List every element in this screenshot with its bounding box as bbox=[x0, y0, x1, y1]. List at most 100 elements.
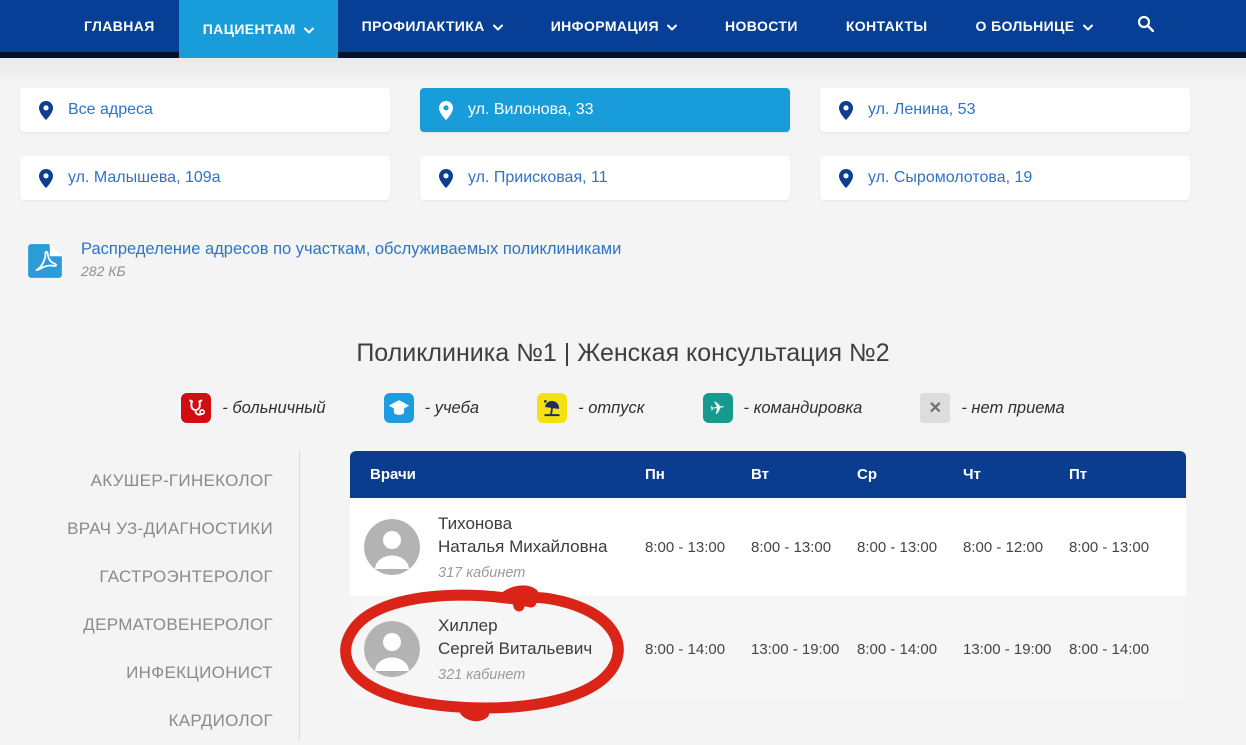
beach-umbrella-icon bbox=[537, 393, 567, 423]
schedule-time: 8:00 - 14:00 bbox=[1069, 641, 1175, 658]
doctor-avatar-icon bbox=[364, 519, 420, 575]
doctor-cabinet: 317 кабинет bbox=[438, 565, 607, 581]
address-label: ул. Сыромолотова, 19 bbox=[868, 169, 1032, 187]
sidebar-specialty-item[interactable]: ВРАЧ УЗ-ДИАГНОСТИКИ bbox=[0, 505, 299, 553]
schedule-time: 13:00 - 19:00 bbox=[751, 641, 857, 658]
location-pin-icon bbox=[39, 169, 53, 188]
doctor-cell[interactable]: ХиллерСергей Витальевич 321 кабинет bbox=[350, 615, 645, 683]
main-area: АКУШЕР-ГИНЕКОЛОГВРАЧ УЗ-ДИАГНОСТИКИГАСТР… bbox=[0, 451, 1246, 740]
header-day: Пн bbox=[645, 466, 751, 483]
doctor-row[interactable]: ТихоноваНаталья Михайловна 317 кабинет 8:0… bbox=[350, 498, 1186, 596]
doctor-name-line2: Наталья Михайловна bbox=[438, 536, 607, 558]
address-label: ул. Приисковая, 11 bbox=[468, 169, 608, 187]
address-label: ул. Малышева, 109а bbox=[68, 169, 221, 187]
location-pin-icon bbox=[39, 101, 53, 120]
legend-item-vacation: - отпуск bbox=[537, 393, 644, 423]
legend-label: - учеба bbox=[425, 399, 480, 418]
chevron-down-icon bbox=[1083, 22, 1093, 31]
top-navigation: ГЛАВНАЯ ПАЦИЕНТАМ ПРОФИЛАКТИКА ИНФОРМАЦИЯ НО… bbox=[0, 0, 1246, 58]
schedule-time: 8:00 - 12:00 bbox=[963, 539, 1069, 556]
legend-label: - командировка bbox=[744, 399, 863, 418]
nav-item-patients[interactable]: ПАЦИЕНТАМ bbox=[179, 0, 338, 58]
header-day: Чт bbox=[963, 466, 1069, 483]
specialties-sidebar: АКУШЕР-ГИНЕКОЛОГВРАЧ УЗ-ДИАГНОСТИКИГАСТР… bbox=[0, 451, 300, 740]
search-button[interactable] bbox=[1117, 0, 1174, 52]
nav-item-information[interactable]: ИНФОРМАЦИЯ bbox=[527, 0, 701, 52]
doctor-row[interactable]: ХиллерСергей Витальевич 321 кабинет 8:00 -… bbox=[350, 596, 1186, 702]
address-filter-all[interactable]: Все адреса bbox=[20, 88, 390, 132]
header-doctors: Врачи bbox=[350, 466, 645, 483]
legend-item-no-reception: ✕- нет приема bbox=[920, 393, 1064, 423]
doctor-info: ХиллерСергей Витальевич 321 кабинет bbox=[438, 615, 592, 683]
nav-item-news[interactable]: НОВОСТИ bbox=[701, 0, 822, 52]
page-title: Поликлиника №1 | Женская консультация №2 bbox=[0, 339, 1246, 368]
nav-item-label: О БОЛЬНИЦЕ bbox=[976, 18, 1075, 34]
schedule-time: 8:00 - 13:00 bbox=[751, 539, 857, 556]
header-day: Пт bbox=[1069, 466, 1175, 483]
address-filter-priiskovaya-11[interactable]: ул. Приисковая, 11 bbox=[420, 156, 790, 200]
doctor-avatar-icon bbox=[364, 621, 420, 677]
search-icon bbox=[1137, 15, 1154, 37]
header-day: Ср bbox=[857, 466, 963, 483]
page-content: Все адреса ул. Вилонова, 33 ул. Ленина, 53… bbox=[0, 58, 1246, 740]
location-pin-icon bbox=[439, 101, 453, 120]
nav-item-label: КОНТАКТЫ bbox=[846, 18, 928, 34]
legend-item-study: - учеба bbox=[384, 393, 480, 423]
address-filter-malysheva-109a[interactable]: ул. Малышева, 109а bbox=[20, 156, 390, 200]
doctor-name-line1: Тихонова bbox=[438, 513, 607, 535]
nav-item-home[interactable]: ГЛАВНАЯ bbox=[60, 0, 179, 52]
address-label: Все адреса bbox=[68, 101, 153, 119]
legend-label: - нет приема bbox=[961, 399, 1064, 418]
schedule-time: 8:00 - 13:00 bbox=[645, 539, 751, 556]
sidebar-specialty-item[interactable]: ДЕРМАТОВЕНЕРОЛОГ bbox=[0, 601, 299, 649]
pdf-attachment: Распределение адресов по участкам, обслу… bbox=[0, 200, 1246, 285]
sidebar-specialty-item[interactable]: ИНФЕКЦИОНИСТ bbox=[0, 649, 299, 697]
graduation-cap-icon bbox=[384, 393, 414, 423]
stethoscope-icon bbox=[181, 393, 211, 423]
pdf-file-size: 282 КБ bbox=[81, 263, 621, 279]
address-filter-vilonova-33[interactable]: ул. Вилонова, 33 bbox=[420, 88, 790, 132]
airplane-icon: ✈ bbox=[703, 393, 733, 423]
nav-item-label: НОВОСТИ bbox=[725, 18, 798, 34]
legend-label: - больничный bbox=[222, 399, 325, 418]
legend-item-business-trip: ✈ - командировка bbox=[703, 393, 863, 423]
address-filter-group: Все адреса ул. Вилонова, 33 ул. Ленина, 53… bbox=[0, 58, 1246, 200]
location-pin-icon bbox=[839, 169, 853, 188]
schedule-legend: - больничный - учеба - отпуск ✈ - командиров… bbox=[0, 393, 1246, 423]
nav-item-label: ПАЦИЕНТАМ bbox=[203, 21, 296, 37]
location-pin-icon bbox=[839, 101, 853, 120]
address-label: ул. Вилонова, 33 bbox=[468, 101, 594, 119]
nav-item-label: ПРОФИЛАКТИКА bbox=[362, 18, 485, 34]
chevron-down-icon bbox=[493, 22, 503, 31]
nav-item-label: ИНФОРМАЦИЯ bbox=[551, 18, 659, 34]
legend-label: - отпуск bbox=[578, 399, 644, 418]
doctor-cell[interactable]: ТихоноваНаталья Михайловна 317 кабинет bbox=[350, 513, 645, 581]
sidebar-specialty-item[interactable]: АКУШЕР-ГИНЕКОЛОГ bbox=[0, 457, 299, 505]
nav-item-label: ГЛАВНАЯ bbox=[84, 18, 155, 34]
schedule-time: 13:00 - 19:00 bbox=[963, 641, 1069, 658]
location-pin-icon bbox=[439, 169, 453, 188]
nav-item-prevention[interactable]: ПРОФИЛАКТИКА bbox=[338, 0, 527, 52]
schedule-header-row: ВрачиПнВтСрЧтПт bbox=[350, 451, 1186, 498]
sidebar-specialty-item[interactable]: ГАСТРОЭНТЕРОЛОГ bbox=[0, 553, 299, 601]
schedule-time: 8:00 - 13:00 bbox=[857, 539, 963, 556]
chevron-down-icon bbox=[667, 22, 677, 31]
schedule-time: 8:00 - 13:00 bbox=[1069, 539, 1175, 556]
nav-item-contacts[interactable]: КОНТАКТЫ bbox=[822, 0, 952, 52]
doctor-name-line1: Хиллер bbox=[438, 615, 592, 637]
schedule-body: ТихоноваНаталья Михайловна 317 кабинет 8:0… bbox=[350, 498, 1186, 702]
schedule-time: 8:00 - 14:00 bbox=[857, 641, 963, 658]
pdf-link[interactable]: Распределение адресов по участкам, обслу… bbox=[81, 240, 621, 259]
pdf-file-icon bbox=[26, 242, 64, 285]
doctor-name-line2: Сергей Витальевич bbox=[438, 638, 592, 660]
nav-item-about-hospital[interactable]: О БОЛЬНИЦЕ bbox=[952, 0, 1117, 52]
doctor-info: ТихоноваНаталья Михайловна 317 кабинет bbox=[438, 513, 607, 581]
schedule-time: 8:00 - 14:00 bbox=[645, 641, 751, 658]
address-filter-syromolotova-19[interactable]: ул. Сыромолотова, 19 bbox=[820, 156, 1190, 200]
header-day: Вт bbox=[751, 466, 857, 483]
doctor-cabinet: 321 кабинет bbox=[438, 667, 592, 683]
legend-item-sick-leave: - больничный bbox=[181, 393, 325, 423]
address-filter-lenina-53[interactable]: ул. Ленина, 53 bbox=[820, 88, 1190, 132]
chevron-down-icon bbox=[304, 25, 314, 34]
schedule-table: ВрачиПнВтСрЧтПт ТихоноваНаталья Михайлов… bbox=[350, 451, 1186, 740]
